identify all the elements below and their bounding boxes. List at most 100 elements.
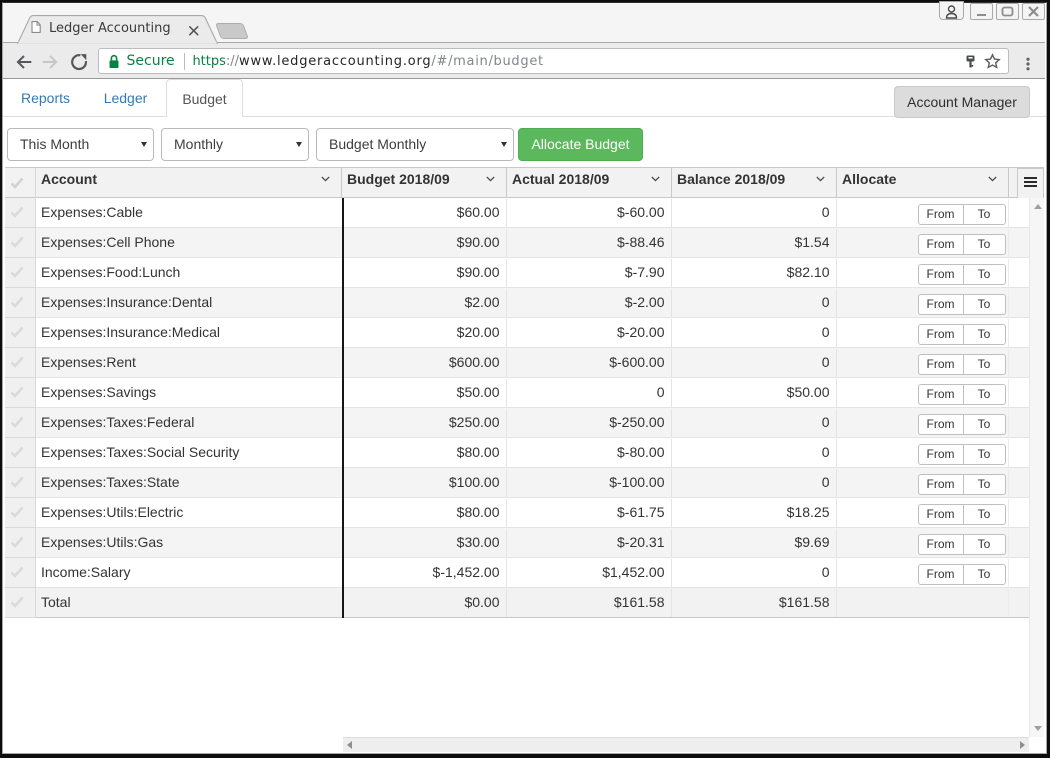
table-row[interactable]: Expenses:Savings $50.00 0 $50.00 From To bbox=[5, 378, 1029, 408]
vertical-scrollbar[interactable] bbox=[1029, 198, 1044, 737]
allocate-budget-button[interactable]: Allocate Budget bbox=[518, 128, 643, 161]
allocate-from-button[interactable]: From bbox=[918, 564, 963, 585]
row-select-cell[interactable] bbox=[5, 558, 36, 588]
header-budget[interactable]: Budget 2018/09 bbox=[342, 168, 507, 198]
account-cell: Expenses:Taxes:Social Security bbox=[36, 439, 342, 467]
window-close-button[interactable] bbox=[1022, 3, 1045, 20]
row-select-cell[interactable] bbox=[5, 528, 36, 558]
reload-button[interactable] bbox=[68, 51, 90, 73]
chevron-down-icon[interactable] bbox=[321, 176, 330, 182]
allocate-to-button[interactable]: To bbox=[963, 564, 1006, 585]
row-select-cell[interactable] bbox=[5, 498, 36, 528]
allocate-to-button[interactable]: To bbox=[963, 384, 1006, 405]
profile-button[interactable] bbox=[939, 1, 964, 20]
row-select-cell[interactable] bbox=[5, 228, 36, 258]
row-select-cell[interactable] bbox=[5, 378, 36, 408]
chevron-down-icon[interactable] bbox=[816, 176, 825, 182]
table-row[interactable]: Expenses:Taxes:Social Security $80.00 $-… bbox=[5, 438, 1029, 468]
frequency-select[interactable]: Monthly bbox=[161, 128, 309, 161]
back-button[interactable] bbox=[13, 51, 35, 73]
bookmark-star-icon[interactable] bbox=[984, 53, 1001, 70]
table-row[interactable]: Expenses:Cell Phone $90.00 $-88.46 $1.54… bbox=[5, 228, 1029, 258]
table-row[interactable]: Income:Salary $-1,452.00 $1,452.00 0 Fro… bbox=[5, 558, 1029, 588]
header-select-all[interactable] bbox=[5, 168, 36, 198]
allocate-from-button[interactable]: From bbox=[918, 504, 963, 525]
row-select-cell[interactable] bbox=[5, 258, 36, 288]
table-row[interactable]: Expenses:Insurance:Dental $2.00 $-2.00 0… bbox=[5, 288, 1029, 318]
window-maximize-button[interactable] bbox=[996, 3, 1019, 20]
tab-ledger[interactable]: Ledger bbox=[87, 79, 164, 117]
table-row[interactable]: Expenses:Food:Lunch $90.00 $-7.90 $82.10… bbox=[5, 258, 1029, 288]
scroll-up-arrow[interactable] bbox=[1034, 204, 1042, 209]
allocate-from-button[interactable]: From bbox=[918, 444, 963, 465]
window-minimize-button[interactable] bbox=[970, 3, 993, 20]
allocate-to-button[interactable]: To bbox=[963, 324, 1006, 345]
table-row[interactable]: Expenses:Taxes:State $100.00 $-100.00 0 … bbox=[5, 468, 1029, 498]
scroll-left-arrow[interactable] bbox=[347, 741, 352, 749]
row-select-cell[interactable] bbox=[5, 198, 36, 228]
allocate-to-button[interactable]: To bbox=[963, 204, 1006, 225]
tab-close-icon[interactable] bbox=[187, 24, 201, 38]
account-cell: Expenses:Taxes:State bbox=[36, 469, 342, 497]
allocate-to-button[interactable]: To bbox=[963, 444, 1006, 465]
horizontal-scrollbar[interactable] bbox=[343, 737, 1029, 752]
chevron-down-icon[interactable] bbox=[988, 176, 997, 182]
chevron-down-icon[interactable] bbox=[486, 176, 495, 182]
row-select-cell[interactable] bbox=[5, 468, 36, 498]
table-row[interactable]: Expenses:Taxes:Federal $250.00 $-250.00 … bbox=[5, 408, 1029, 438]
account-manager-button[interactable]: Account Manager bbox=[894, 86, 1030, 118]
allocate-to-button[interactable]: To bbox=[963, 414, 1006, 435]
tab-budget[interactable]: Budget bbox=[166, 79, 243, 117]
app-nav-tabs: Reports Ledger Budget Account Manager bbox=[3, 79, 1046, 117]
allocate-from-button[interactable]: From bbox=[918, 294, 963, 315]
allocate-from-button[interactable]: From bbox=[918, 234, 963, 255]
allocate-from-button[interactable]: From bbox=[918, 414, 963, 435]
allocate-to-button[interactable]: To bbox=[963, 294, 1006, 315]
allocate-from-button[interactable]: From bbox=[918, 384, 963, 405]
allocate-from-button[interactable]: From bbox=[918, 264, 963, 285]
period-select[interactable]: This Month bbox=[7, 128, 154, 161]
allocate-to-button[interactable]: To bbox=[963, 504, 1006, 525]
actual-cell: $-100.00 bbox=[507, 469, 672, 497]
allocate-to-button[interactable]: To bbox=[963, 474, 1006, 495]
budget-cell: $80.00 bbox=[344, 499, 507, 527]
allocate-from-button[interactable]: From bbox=[918, 354, 963, 375]
budget-type-select[interactable]: Budget Monthly bbox=[316, 128, 514, 161]
browser-chrome: Ledger Accounting bbox=[3, 3, 1045, 79]
table-row[interactable]: Expenses:Utils:Electric $80.00 $-61.75 $… bbox=[5, 498, 1029, 528]
forward-button[interactable] bbox=[39, 51, 61, 73]
table-row[interactable]: Expenses:Rent $600.00 $-600.00 0 From To bbox=[5, 348, 1029, 378]
actual-cell: $-2.00 bbox=[507, 289, 672, 317]
allocate-to-button[interactable]: To bbox=[963, 234, 1006, 255]
table-row[interactable]: Expenses:Utils:Gas $30.00 $-20.31 $9.69 … bbox=[5, 528, 1029, 558]
table-row[interactable]: Total $0.00 $161.58 $161.58 bbox=[5, 588, 1029, 618]
allocate-to-button[interactable]: To bbox=[963, 264, 1006, 285]
key-icon[interactable] bbox=[966, 55, 975, 68]
chevron-down-icon[interactable] bbox=[651, 176, 660, 182]
header-balance[interactable]: Balance 2018/09 bbox=[672, 168, 837, 198]
address-bar[interactable]: Secure https://www.ledgeraccounting.org/… bbox=[98, 48, 1009, 74]
row-select-cell[interactable] bbox=[5, 348, 36, 378]
table-row[interactable]: Expenses:Insurance:Medical $20.00 $-20.0… bbox=[5, 318, 1029, 348]
header-allocate[interactable]: Allocate bbox=[837, 168, 1009, 198]
allocate-cell: From To bbox=[837, 439, 1009, 467]
scroll-right-arrow[interactable] bbox=[1020, 741, 1025, 749]
browser-menu-icon[interactable] bbox=[1024, 56, 1032, 72]
header-account[interactable]: Account bbox=[36, 168, 342, 198]
allocate-from-button[interactable]: From bbox=[918, 534, 963, 555]
row-select-cell[interactable] bbox=[5, 288, 36, 318]
allocate-from-button[interactable]: From bbox=[918, 324, 963, 345]
allocate-to-button[interactable]: To bbox=[963, 354, 1006, 375]
row-select-cell[interactable] bbox=[5, 588, 36, 618]
table-row[interactable]: Expenses:Cable $60.00 $-60.00 0 From To bbox=[5, 198, 1029, 228]
allocate-to-button[interactable]: To bbox=[963, 534, 1006, 555]
row-select-cell[interactable] bbox=[5, 318, 36, 348]
allocate-from-button[interactable]: From bbox=[918, 474, 963, 495]
scroll-down-arrow[interactable] bbox=[1034, 726, 1042, 731]
header-actual[interactable]: Actual 2018/09 bbox=[507, 168, 672, 198]
row-select-cell[interactable] bbox=[5, 438, 36, 468]
row-select-cell[interactable] bbox=[5, 408, 36, 438]
allocate-from-button[interactable]: From bbox=[918, 204, 963, 225]
grid-menu-button[interactable] bbox=[1017, 168, 1044, 200]
tab-reports[interactable]: Reports bbox=[7, 79, 84, 117]
